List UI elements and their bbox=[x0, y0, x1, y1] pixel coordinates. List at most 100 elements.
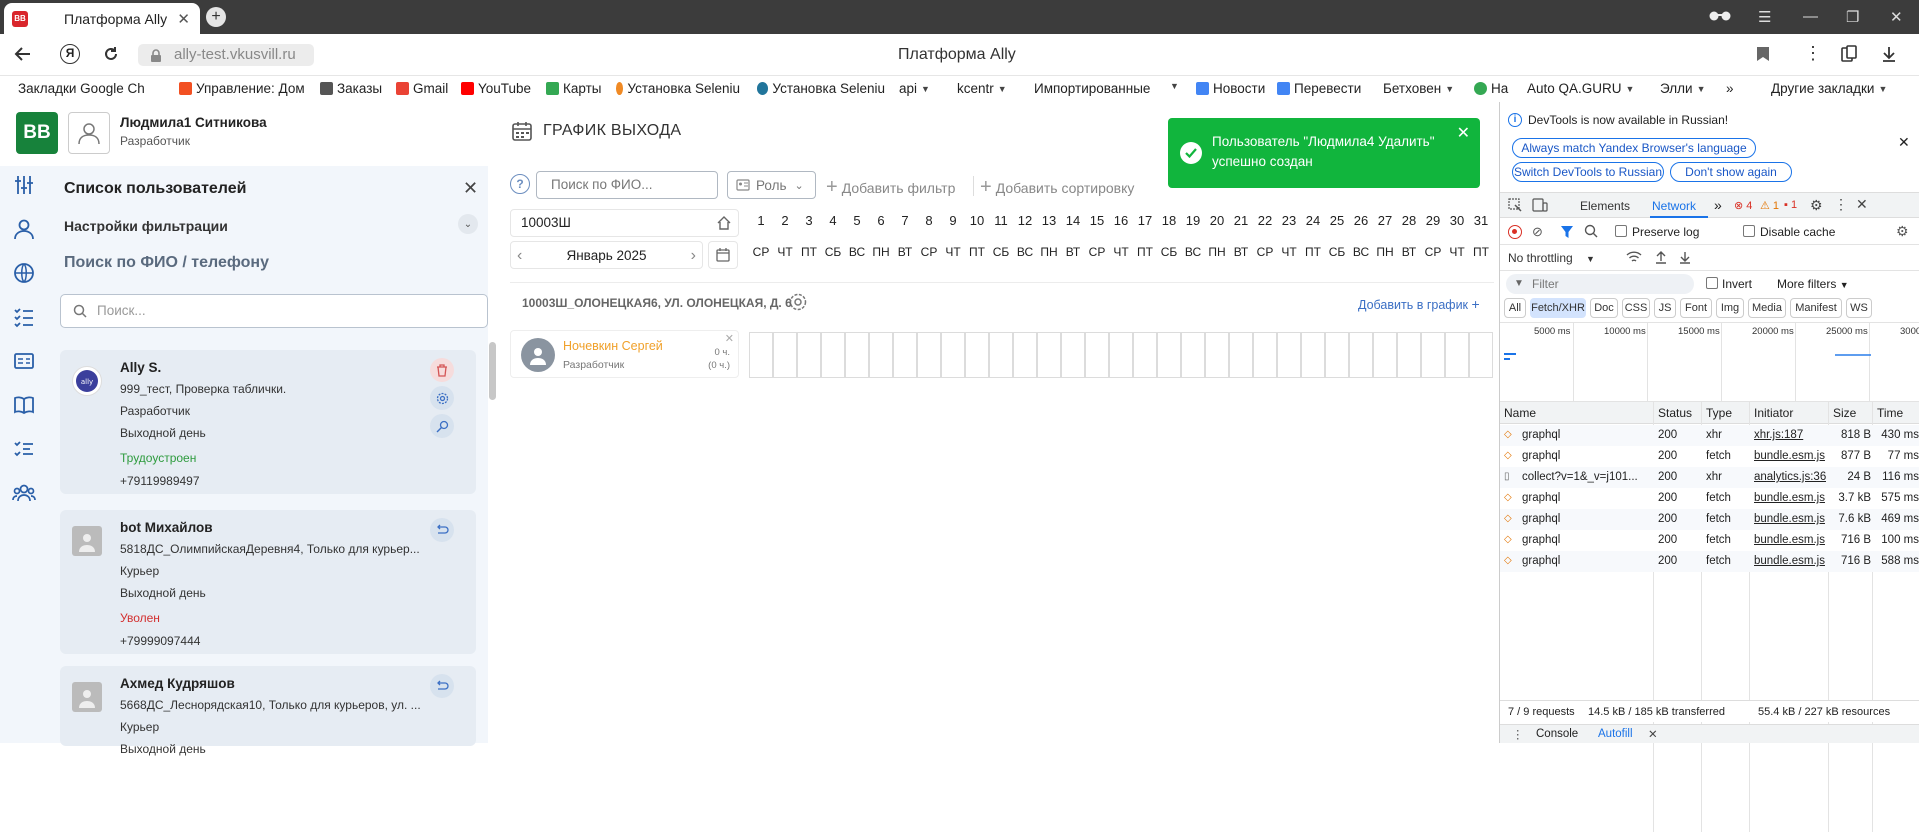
match-language-button[interactable]: Always match Yandex Browser's language bbox=[1512, 138, 1756, 158]
drawer-menu-icon[interactable]: ⋮ bbox=[1512, 727, 1524, 741]
schedule-cell[interactable] bbox=[1397, 332, 1421, 378]
tab-elements[interactable]: Elements bbox=[1580, 199, 1630, 213]
bookmark-item[interactable]: Ha bbox=[1474, 81, 1508, 96]
schedule-cell[interactable] bbox=[1229, 332, 1253, 378]
remove-employee-icon[interactable]: ✕ bbox=[725, 332, 734, 345]
delete-icon[interactable] bbox=[430, 358, 454, 382]
request-row[interactable]: ◇ graphql 200 fetch bundle.esm.js 3.7 kB 575 m… bbox=[1500, 488, 1919, 509]
calendar-picker-icon[interactable] bbox=[708, 241, 738, 269]
restore-icon[interactable] bbox=[430, 674, 454, 698]
dont-show-button[interactable]: Don't show again bbox=[1670, 162, 1792, 182]
issues-count[interactable]: ▪ 1 bbox=[1784, 199, 1797, 211]
store-field[interactable]: 10003Ш bbox=[510, 209, 739, 237]
col-time[interactable]: Time bbox=[1877, 406, 1903, 420]
schedule-cell[interactable] bbox=[797, 332, 821, 378]
schedule-cell[interactable] bbox=[1373, 332, 1397, 378]
schedule-cell[interactable] bbox=[749, 332, 773, 378]
schedule-cell[interactable] bbox=[1445, 332, 1469, 378]
more-icon[interactable]: ⋮ bbox=[1804, 43, 1822, 64]
user-search-input[interactable]: Поиск... bbox=[60, 294, 488, 328]
chevron-right-icon[interactable]: › bbox=[691, 247, 696, 265]
filter-settings-label[interactable]: Настройки фильтрации bbox=[64, 218, 228, 234]
invert-checkbox[interactable] bbox=[1706, 277, 1718, 289]
bookmark-icon[interactable] bbox=[1756, 46, 1770, 62]
collections-icon[interactable] bbox=[1840, 45, 1858, 63]
request-row[interactable]: ◇ graphql 200 fetch bundle.esm.js 716 B 588 ms bbox=[1500, 551, 1919, 572]
disable-cache-checkbox[interactable] bbox=[1743, 225, 1755, 237]
minimize-icon[interactable]: — bbox=[1803, 8, 1818, 25]
restore-icon[interactable]: ❐ bbox=[1846, 8, 1859, 26]
schedule-cell[interactable] bbox=[1469, 332, 1493, 378]
filter-all[interactable]: All bbox=[1504, 298, 1526, 318]
new-tab-button[interactable]: + bbox=[206, 7, 226, 27]
bookmark-item[interactable]: Установка Seleniu bbox=[757, 81, 885, 96]
schedule-cell[interactable] bbox=[965, 332, 989, 378]
bookmark-item[interactable]: Перевести bbox=[1277, 81, 1361, 96]
user-card[interactable]: Ахмед Кудряшов 5668ДС_Леснорядская10, То… bbox=[60, 666, 476, 756]
filter-media[interactable]: Media bbox=[1748, 298, 1786, 318]
schedule-cell[interactable] bbox=[1037, 332, 1061, 378]
switch-language-button[interactable]: Switch DevTools to Russian bbox=[1512, 162, 1664, 182]
schedule-cell[interactable] bbox=[1349, 332, 1373, 378]
throttling-select[interactable]: No throttling ▼ bbox=[1508, 251, 1595, 265]
drawer-tab-console[interactable]: Console bbox=[1536, 728, 1578, 740]
user-card[interactable]: bot Михайлов 5818ДС_ОлимпийскаяДеревня4,… bbox=[60, 510, 476, 654]
menu-icon[interactable]: ☰ bbox=[1758, 8, 1771, 26]
request-row[interactable]: ◇ graphql 200 fetch bundle.esm.js 877 B 77 ms bbox=[1500, 446, 1919, 467]
user-icon[interactable] bbox=[11, 216, 37, 242]
more-filters-select[interactable]: More filters ▼ bbox=[1777, 277, 1849, 291]
col-status[interactable]: Status bbox=[1658, 406, 1692, 420]
restore-icon[interactable] bbox=[430, 518, 454, 542]
filter-doc[interactable]: Doc bbox=[1590, 298, 1618, 318]
avatar[interactable] bbox=[68, 112, 110, 154]
request-row[interactable]: ◇ graphql 200 fetch bundle.esm.js 7.6 kB 469 m… bbox=[1500, 509, 1919, 530]
more-icon[interactable]: ⋮ bbox=[1834, 196, 1848, 213]
close-banner-icon[interactable]: ✕ bbox=[1898, 134, 1910, 151]
download-icon[interactable] bbox=[1678, 250, 1692, 264]
search-icon[interactable] bbox=[1584, 224, 1598, 238]
globe-icon[interactable] bbox=[11, 260, 37, 286]
filter-css[interactable]: CSS bbox=[1622, 298, 1650, 318]
help-icon[interactable]: ? bbox=[510, 174, 530, 194]
chevron-down-icon[interactable]: ▼ bbox=[1166, 81, 1179, 91]
add-filter-button[interactable]: + Добавить фильтр bbox=[826, 176, 955, 199]
browser-tab[interactable]: BB Платформа Ally ✕ bbox=[4, 3, 200, 34]
reload-icon[interactable] bbox=[102, 45, 120, 63]
yandex-icon[interactable]: Я bbox=[60, 44, 80, 64]
request-initiator[interactable]: bundle.esm.js bbox=[1754, 450, 1826, 462]
upload-icon[interactable] bbox=[1654, 250, 1668, 264]
request-initiator[interactable]: bundle.esm.js bbox=[1754, 492, 1826, 504]
schedule-cell[interactable] bbox=[1421, 332, 1445, 378]
schedule-cell[interactable] bbox=[1061, 332, 1085, 378]
schedule-cell[interactable] bbox=[1085, 332, 1109, 378]
app-logo[interactable]: BB bbox=[16, 112, 58, 154]
bookmark-folder[interactable]: api ▼ bbox=[899, 81, 930, 96]
settings-gear-icon[interactable]: ⚙ bbox=[1810, 197, 1823, 214]
settings-gear-icon[interactable] bbox=[430, 386, 454, 410]
more-tabs-icon[interactable]: » bbox=[1714, 197, 1722, 213]
filter-img[interactable]: Img bbox=[1716, 298, 1744, 318]
role-filter-select[interactable]: Роль ⌄ bbox=[727, 171, 816, 199]
bookmark-folder[interactable]: kcentr ▼ bbox=[957, 81, 1007, 96]
schedule-cell[interactable] bbox=[917, 332, 941, 378]
request-initiator[interactable]: bundle.esm.js bbox=[1754, 555, 1826, 567]
chevron-left-icon[interactable]: ‹ bbox=[517, 247, 522, 265]
filter-manifest[interactable]: Manifest bbox=[1790, 298, 1842, 318]
close-panel-icon[interactable]: ✕ bbox=[463, 178, 478, 199]
clear-icon[interactable]: ⊘ bbox=[1532, 224, 1543, 240]
filter-js[interactable]: JS bbox=[1654, 298, 1676, 318]
filter-font[interactable]: Font bbox=[1680, 298, 1712, 318]
schedule-cell[interactable] bbox=[773, 332, 797, 378]
schedule-cell[interactable] bbox=[845, 332, 869, 378]
request-initiator[interactable]: xhr.js:187 bbox=[1754, 429, 1826, 441]
errors-count[interactable]: ⊗ 4 bbox=[1734, 199, 1752, 212]
schedule-cell[interactable] bbox=[1301, 332, 1325, 378]
schedule-cell[interactable] bbox=[1013, 332, 1037, 378]
wifi-icon[interactable] bbox=[1626, 250, 1642, 264]
bookmark-item[interactable]: Установка Seleniu bbox=[616, 81, 740, 96]
id-card-icon[interactable] bbox=[11, 348, 37, 374]
user-card[interactable]: ally Ally S. 999_тест, Проверка таблички… bbox=[60, 350, 476, 494]
bookmark-item[interactable]: Gmail bbox=[396, 81, 448, 96]
schedule-cell[interactable] bbox=[1133, 332, 1157, 378]
filter-fetch-xhr[interactable]: Fetch/XHR bbox=[1530, 298, 1586, 318]
